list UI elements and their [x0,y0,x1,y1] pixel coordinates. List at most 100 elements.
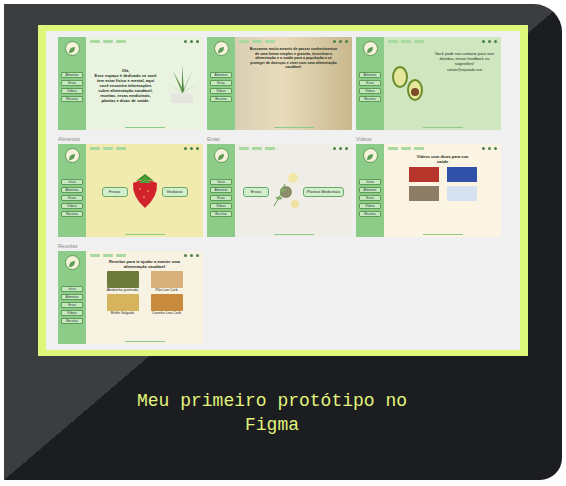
sidebar-item[interactable]: Ervas [210,80,232,86]
top-link[interactable] [401,147,411,150]
sidebar-item[interactable]: Início [61,179,83,185]
top-link[interactable] [414,40,424,43]
social-icon[interactable] [196,40,199,43]
social-icon[interactable] [494,147,497,150]
social-icon[interactable] [482,147,485,150]
sidebar-item[interactable]: Ervas [210,195,232,201]
sidebar-item[interactable]: Receitas [210,96,232,102]
category-button[interactable]: Frutas [102,187,128,198]
top-link[interactable] [116,254,126,257]
sidebar-item[interactable]: Vídeos [359,203,381,209]
top-link[interactable] [239,40,249,43]
category-button[interactable]: Plantas Medicinais [303,187,344,198]
social-icon[interactable] [488,147,491,150]
page-frame[interactable]: AlimentosErvasVídeosReceitasOlá,Esse esp… [58,37,203,130]
sidebar-item[interactable]: Vídeos [359,88,381,94]
logo[interactable] [363,148,378,163]
logo[interactable] [65,41,80,56]
sidebar-item[interactable]: Início [61,286,83,292]
social-icon[interactable] [190,254,193,257]
sidebar-item[interactable]: Ervas [359,195,381,201]
page-frame[interactable]: InícioAlimentosErvasVídeosReceitasVídeos… [356,144,501,237]
logo[interactable] [65,148,80,163]
social-icon[interactable] [494,40,497,43]
logo[interactable] [214,148,229,163]
page-frame[interactable]: AlimentosErvasVídeosReceitasBuscamos mui… [207,37,352,130]
top-link[interactable] [90,40,100,43]
recipe-card[interactable]: Abobrinha gratinada [106,271,140,293]
logo[interactable] [65,255,80,270]
top-link[interactable] [252,147,262,150]
sidebar-item[interactable]: Receitas [210,211,232,217]
sidebar-item[interactable]: Ervas [359,80,381,86]
social-icon[interactable] [333,147,336,150]
social-icon[interactable] [190,147,193,150]
page-frame[interactable]: InícioAlimentosErvasVídeosReceitasReceit… [58,251,203,344]
sidebar-item[interactable]: Receitas [61,211,83,217]
social-icon[interactable] [482,40,485,43]
video-thumbnail[interactable] [447,167,477,182]
sidebar-item[interactable]: Alimentos [61,187,83,193]
sidebar-item[interactable]: Início [210,179,232,185]
top-link[interactable] [103,147,113,150]
video-thumbnail[interactable] [447,186,477,201]
social-icon[interactable] [184,40,187,43]
sidebar-item[interactable]: Ervas [61,302,83,308]
category-button[interactable]: Ervas [243,187,269,198]
recipe-card[interactable]: Coxinha Low Carb [150,294,184,316]
sidebar-item[interactable]: Vídeos [210,88,232,94]
social-icon[interactable] [196,147,199,150]
social-icon[interactable] [345,147,348,150]
sidebar-item[interactable]: Alimentos [210,187,232,193]
sidebar-item[interactable]: Vídeos [61,203,83,209]
top-link[interactable] [388,40,398,43]
video-thumbnail[interactable] [409,186,439,201]
sidebar-item[interactable]: Receitas [61,96,83,102]
top-link[interactable] [116,147,126,150]
top-link[interactable] [239,147,249,150]
category-button[interactable]: Verduras [162,187,188,198]
top-link[interactable] [103,40,113,43]
top-link[interactable] [252,40,262,43]
sidebar-item[interactable]: Alimentos [359,187,381,193]
sidebar-item[interactable]: Vídeos [210,203,232,209]
page-frame[interactable]: Início Alimentos Ervas Vídeos Receitas Frutas… [58,144,203,237]
top-link[interactable] [90,254,100,257]
sidebar-item[interactable]: Receitas [359,211,381,217]
social-icon[interactable] [184,147,187,150]
sidebar-item[interactable]: Ervas [61,80,83,86]
top-link[interactable] [265,147,275,150]
sidebar-item[interactable]: Alimentos [61,294,83,300]
logo[interactable] [214,41,229,56]
top-link[interactable] [401,40,411,43]
social-icon[interactable] [190,40,193,43]
sidebar-item[interactable]: Alimentos [210,72,232,78]
top-link[interactable] [116,40,126,43]
top-link[interactable] [90,147,100,150]
top-link[interactable] [388,147,398,150]
top-link[interactable] [103,254,113,257]
sidebar-item[interactable]: Ervas [61,195,83,201]
recipe-card[interactable]: Pão Low Carb [150,271,184,293]
social-icon[interactable] [345,40,348,43]
social-icon[interactable] [196,254,199,257]
page-frame[interactable]: AlimentosErvasVídeosReceitasVocê pode no… [356,37,501,130]
social-icon[interactable] [488,40,491,43]
recipe-card[interactable]: Muffin Salgado [106,294,140,316]
social-icon[interactable] [339,40,342,43]
logo[interactable] [363,41,378,56]
top-link[interactable] [265,40,275,43]
sidebar-item[interactable]: Receitas [359,96,381,102]
contact-email[interactable]: contato@sejasaude.com [432,68,497,73]
social-icon[interactable] [339,147,342,150]
top-link[interactable] [414,147,424,150]
sidebar-item[interactable]: Início [359,179,381,185]
page-frame[interactable]: Início Alimentos Ervas Vídeos Receitas Ervas P… [207,144,352,237]
video-thumbnail[interactable] [409,167,439,182]
sidebar-item[interactable]: Receitas [61,318,83,324]
sidebar-item[interactable]: Alimentos [61,72,83,78]
sidebar-item[interactable]: Alimentos [359,72,381,78]
sidebar-item[interactable]: Vídeos [61,88,83,94]
sidebar-item[interactable]: Vídeos [61,310,83,316]
social-icon[interactable] [333,40,336,43]
